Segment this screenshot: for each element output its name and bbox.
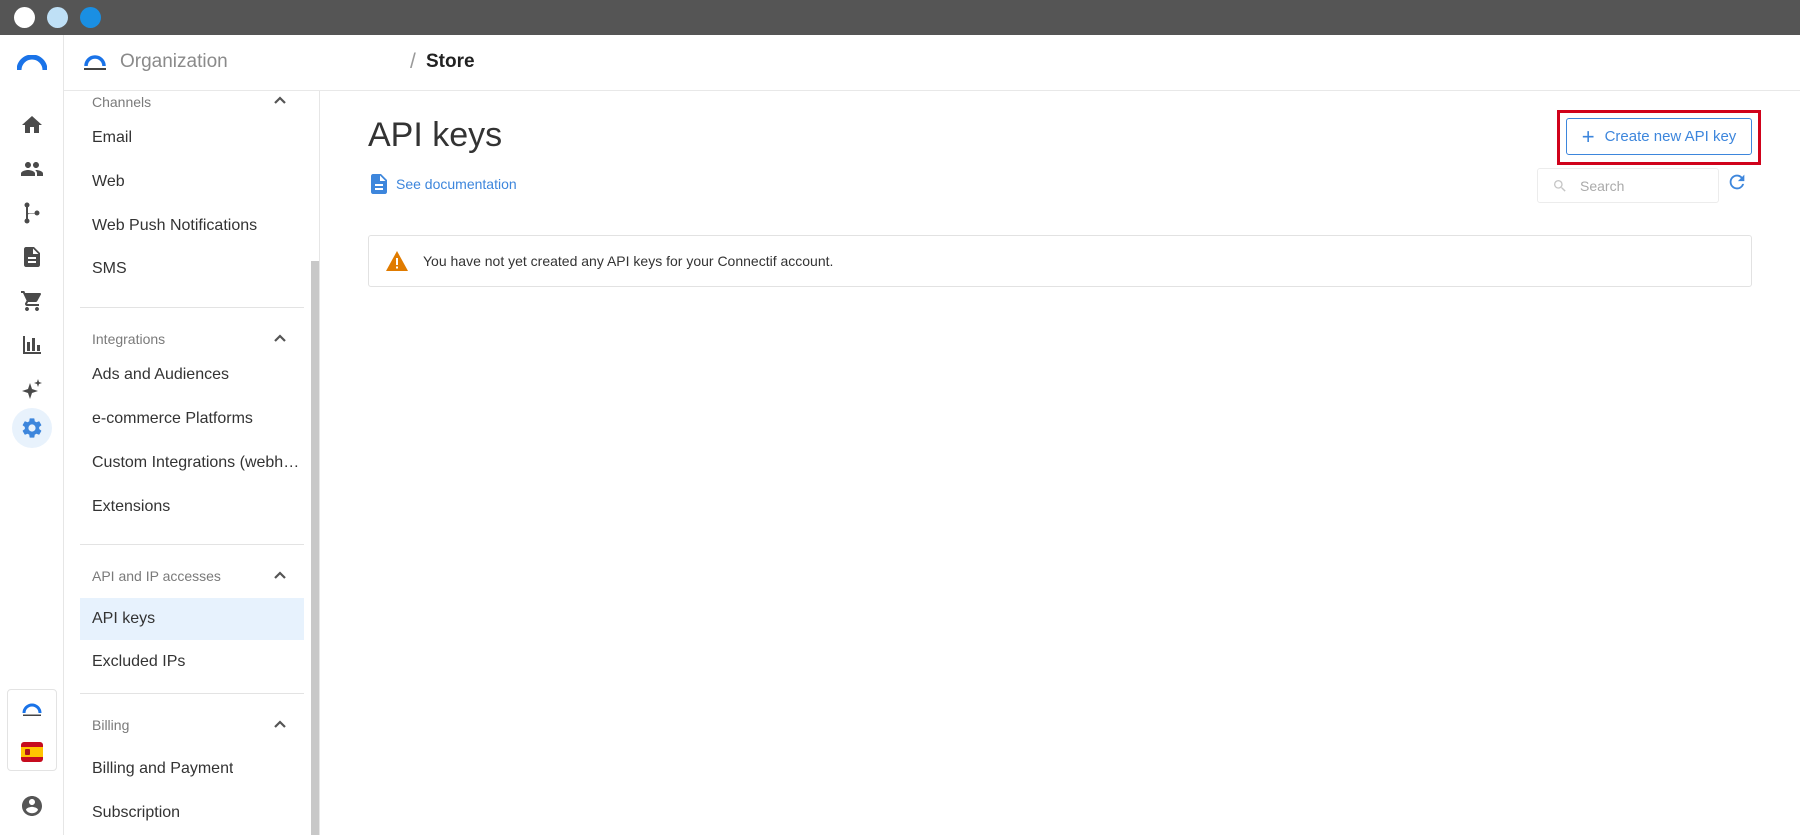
sidebar-scrollbar[interactable] xyxy=(311,261,319,835)
section-api-ip-accesses: API and IP accesses xyxy=(92,568,221,584)
search-box[interactable] xyxy=(1537,168,1719,203)
empty-state-alert: You have not yet created any API keys fo… xyxy=(368,235,1752,287)
icon-rail xyxy=(0,35,64,835)
sidebar-item-custom-integrations[interactable]: Custom Integrations (webhooks) xyxy=(80,442,304,484)
sidebar-item-api-keys[interactable]: API keys xyxy=(80,598,304,640)
sidebar-item-web-push[interactable]: Web Push Notifications xyxy=(80,205,304,247)
top-header: Organization / Store xyxy=(64,35,1800,91)
sidebar-item-extensions[interactable]: Extensions xyxy=(80,486,304,528)
rail-store[interactable] xyxy=(12,281,52,321)
sidebar-divider xyxy=(80,544,304,545)
settings-sidebar: Channels Email Web Web Push Notification… xyxy=(64,91,320,835)
plus-icon: + xyxy=(1581,123,1595,149)
content-icon xyxy=(24,247,40,267)
section-billing: Billing xyxy=(92,717,130,733)
see-documentation-label: See documentation xyxy=(396,176,517,192)
refresh-button[interactable] xyxy=(1726,171,1748,193)
organization-logo-icon xyxy=(22,703,42,716)
store-cart-icon xyxy=(21,291,42,311)
breadcrumb-separator: / xyxy=(410,50,416,73)
refresh-icon xyxy=(1729,174,1745,190)
chevron-up-icon[interactable] xyxy=(272,330,288,346)
search-icon xyxy=(1554,179,1566,192)
sidebar-item-subscription[interactable]: Subscription xyxy=(80,792,304,834)
window-close-dot[interactable] xyxy=(14,7,35,28)
section-channels: Channels xyxy=(92,94,152,110)
see-documentation-link[interactable]: See documentation xyxy=(370,174,517,194)
rail-home[interactable] xyxy=(12,105,52,145)
organization-selector[interactable]: Organization xyxy=(120,51,228,73)
rail-contacts[interactable] xyxy=(12,149,52,189)
sidebar-item-ads-audiences[interactable]: Ads and Audiences xyxy=(80,354,304,396)
connectif-logo-icon[interactable] xyxy=(17,55,47,71)
warning-icon xyxy=(386,251,408,271)
rail-settings[interactable] xyxy=(12,408,52,448)
sidebar-item-ecommerce-platforms[interactable]: e-commerce Platforms xyxy=(80,398,304,440)
sidebar-item-sms[interactable]: SMS xyxy=(80,248,304,290)
account-circle-icon[interactable] xyxy=(20,794,44,818)
home-icon xyxy=(22,116,42,133)
rail-ai[interactable] xyxy=(12,369,52,409)
create-button-label: Create new API key xyxy=(1604,128,1737,145)
alert-message: You have not yet created any API keys fo… xyxy=(423,253,834,269)
store-selector[interactable]: Store xyxy=(426,51,475,73)
sidebar-item-web[interactable]: Web xyxy=(80,161,304,203)
rail-content[interactable] xyxy=(12,237,52,277)
chevron-up-icon[interactable] xyxy=(272,92,288,108)
window-titlebar xyxy=(0,0,1800,35)
section-integrations: Integrations xyxy=(92,331,166,347)
spain-flag-icon[interactable] xyxy=(21,742,43,762)
sidebar-divider xyxy=(80,693,304,694)
settings-gear-icon xyxy=(22,418,42,438)
reports-icon xyxy=(23,336,41,354)
rail-workflows[interactable] xyxy=(12,193,52,233)
create-new-api-key-button[interactable]: + Create new API key xyxy=(1566,118,1752,155)
sidebar-item-billing-payment[interactable]: Billing and Payment xyxy=(80,748,304,790)
ai-sparkles-icon xyxy=(22,379,42,399)
header-org-logo-icon xyxy=(84,55,106,70)
chevron-up-icon[interactable] xyxy=(272,716,288,732)
workflow-icon xyxy=(24,202,40,224)
org-switcher[interactable] xyxy=(7,689,57,771)
search-input[interactable] xyxy=(1580,177,1710,194)
rail-reports[interactable] xyxy=(12,325,52,365)
sidebar-item-email[interactable]: Email xyxy=(80,117,304,159)
window-minimize-dot[interactable] xyxy=(47,7,68,28)
sidebar-divider xyxy=(80,307,304,308)
window-maximize-dot[interactable] xyxy=(80,7,101,28)
contacts-icon xyxy=(21,162,43,176)
document-icon xyxy=(371,174,387,194)
page-title: API keys xyxy=(368,116,503,154)
chevron-up-icon[interactable] xyxy=(272,567,288,583)
sidebar-item-excluded-ips[interactable]: Excluded IPs xyxy=(80,641,304,683)
